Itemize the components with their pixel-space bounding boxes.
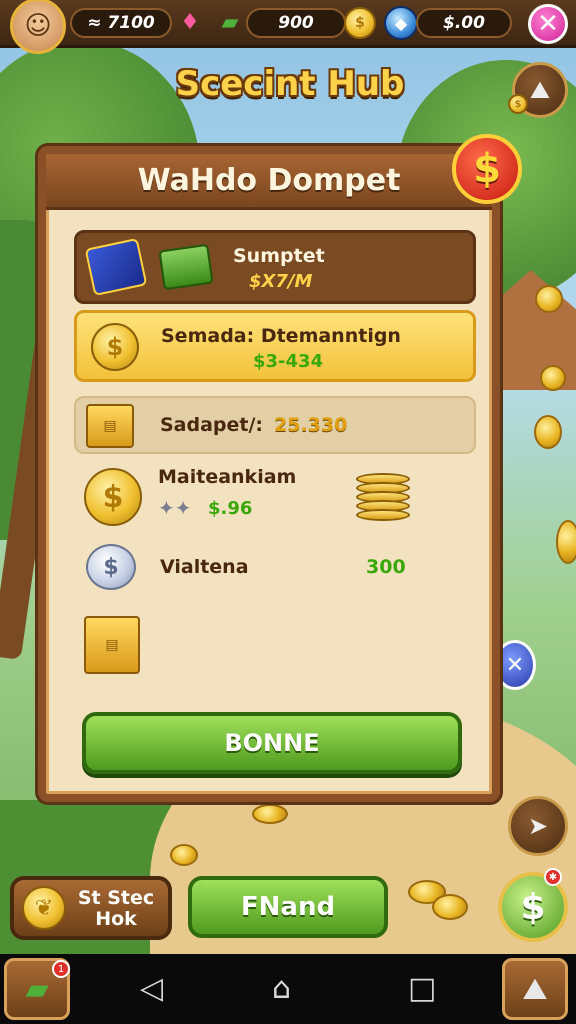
hub-button-label: St Stec Hok bbox=[76, 888, 156, 930]
cash-bundle-icon[interactable]: ▰ bbox=[214, 6, 246, 38]
player-avatar[interactable]: ☺ bbox=[10, 0, 66, 54]
scattered-coin bbox=[534, 415, 562, 449]
hub-title: Scecint Hub bbox=[175, 64, 405, 104]
scattered-coin bbox=[432, 894, 468, 920]
small-coin-icon: $ bbox=[508, 94, 528, 114]
gold-coin-icon[interactable]: $ bbox=[344, 7, 376, 39]
wallet-panel: WaHdo Dompet Sumptet $X7/M $ Semada: Dte… bbox=[38, 146, 500, 802]
dollar-icon: $ bbox=[473, 146, 501, 192]
cash-stack-icon bbox=[158, 243, 214, 291]
coin-stack-icon bbox=[356, 473, 410, 521]
diamond-value: $.00 bbox=[443, 13, 485, 33]
coins-counter: ≈ 7100 bbox=[70, 8, 172, 38]
gift-corner-button[interactable]: ⛰ bbox=[502, 958, 568, 1020]
recents-icon[interactable]: □ bbox=[408, 974, 436, 1004]
compass-side-button[interactable]: ➤ bbox=[508, 796, 568, 856]
system-navigation-bar: ◁ ⌂ □ bbox=[0, 954, 576, 1024]
gift-box-icon bbox=[84, 237, 148, 297]
row-title: Sumptet bbox=[233, 245, 325, 267]
wallet-row-silver[interactable]: $ Vialtena 300 bbox=[74, 542, 476, 592]
hub-label-line-2: Hok bbox=[95, 908, 137, 930]
row-value: 25.330 bbox=[274, 414, 348, 436]
diamond-icon[interactable]: ◆ bbox=[384, 6, 418, 40]
top-resource-bar: ☺ ≈ 7100 ♦ ▰ 900 $ ◆ $.00 ✕ bbox=[0, 0, 576, 54]
scattered-coin bbox=[252, 804, 288, 824]
dollar-badge[interactable]: $ bbox=[452, 134, 522, 204]
wallet-row-daily[interactable]: $ Semada: Dtemanntign $3-434 bbox=[74, 310, 476, 382]
home-icon[interactable]: ⌂ bbox=[272, 974, 291, 1004]
row-title: Vialtena bbox=[160, 556, 249, 578]
cash-counter: 900 bbox=[246, 8, 346, 38]
row-title: Maiteankiam bbox=[158, 466, 297, 488]
row-title: Semada: Dtemanntign bbox=[161, 325, 401, 347]
cash-value: 900 bbox=[278, 13, 314, 33]
gold-coin-icon: $ bbox=[84, 468, 142, 526]
gold-bars-icon: ▤ bbox=[86, 404, 134, 448]
ruby-gem-icon[interactable]: ♦ bbox=[174, 6, 206, 38]
hub-label-line-1: St Stec bbox=[77, 887, 155, 909]
row-value: $.96 bbox=[208, 498, 253, 519]
close-button[interactable]: ✕ bbox=[528, 4, 568, 44]
scattered-coin bbox=[556, 520, 576, 564]
compass-icon: ➤ bbox=[527, 812, 549, 840]
close-icon: ✕ bbox=[537, 9, 559, 39]
row-value: 300 bbox=[366, 556, 406, 578]
gift-icon: ⛰ bbox=[522, 971, 548, 1007]
silver-coin-icon: $ bbox=[86, 544, 136, 590]
panel-title: WaHdo Dompet bbox=[137, 163, 401, 198]
row-value: $X7/M bbox=[249, 271, 313, 292]
row-title: Sadapet/: bbox=[160, 414, 264, 436]
inventory-icon: ⛰ bbox=[529, 76, 551, 104]
wallet-row-total[interactable]: Sumptet $X7/M bbox=[74, 230, 476, 304]
back-icon[interactable]: ◁ bbox=[140, 974, 163, 1004]
wallet-row-maintenance[interactable]: $ Maiteankiam ✦✦ $.96 bbox=[74, 462, 476, 538]
notification-badge: ✱ bbox=[544, 868, 562, 886]
panel-header: WaHdo Dompet bbox=[46, 154, 492, 210]
dollar-icon: $ bbox=[520, 886, 546, 928]
wolf-icon: ✦✦ bbox=[158, 496, 192, 520]
row-value: $3-434 bbox=[253, 351, 324, 372]
diamond-counter: $.00 bbox=[416, 8, 512, 38]
wallet-row-savings[interactable]: ▤ Sadapet/: 25.330 bbox=[74, 396, 476, 454]
leaf-coin-icon: ❦ bbox=[22, 886, 66, 930]
gold-coin-icon: $ bbox=[91, 323, 139, 371]
scattered-coin bbox=[535, 285, 563, 313]
scattered-coin bbox=[170, 844, 198, 866]
swords-side-button[interactable]: ✕ bbox=[494, 640, 536, 690]
cash-bag-icon: ▰ bbox=[25, 971, 49, 1007]
friend-button[interactable]: FNand bbox=[188, 876, 388, 938]
scattered-coin bbox=[540, 365, 566, 391]
coins-value: ≈ 7100 bbox=[87, 13, 155, 33]
bonus-button[interactable]: BONNE bbox=[82, 712, 462, 774]
hub-button[interactable]: ❦ St Stec Hok bbox=[10, 876, 172, 940]
gold-bars-icon: ▤ bbox=[84, 616, 140, 674]
notification-badge: 1 bbox=[52, 960, 70, 978]
